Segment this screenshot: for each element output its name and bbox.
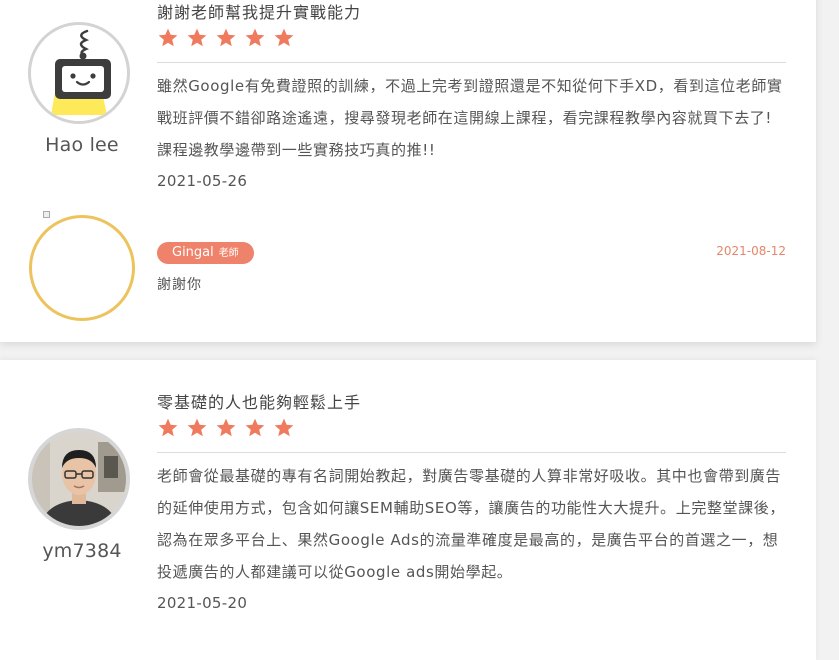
- star-icon: [216, 28, 236, 47]
- reply-text: 謝謝你: [157, 277, 202, 293]
- reviewer-name[interactable]: ym7384: [12, 540, 152, 562]
- teacher-role: 老師: [218, 248, 239, 259]
- star-rating: [157, 27, 295, 49]
- star-icon: [187, 28, 207, 47]
- teacher-avatar[interactable]: [29, 215, 135, 321]
- review-title: 零基礎的人也能夠輕鬆上手: [157, 393, 362, 412]
- star-icon: [216, 418, 236, 437]
- star-icon: [245, 418, 265, 437]
- broken-image-icon: [43, 211, 50, 218]
- teacher-badge: Gingal 老師: [157, 242, 254, 264]
- teacher-name: Gingal: [172, 245, 214, 260]
- review-date: 2021-05-20: [157, 594, 248, 612]
- review-body: 老師會從最基礎的專有名詞開始教起，對廣告零基礎的人算非常好吸收。其中也會帶到廣告…: [157, 467, 785, 581]
- divider: [157, 452, 786, 453]
- review-body: 雖然Google有免費證照的訓練，不過上完考到證照還是不知從何下手XD，看到這位…: [157, 77, 783, 159]
- user-photo-icon: [32, 432, 126, 526]
- star-icon: [274, 418, 294, 437]
- star-icon: [158, 28, 178, 47]
- user-photo-avatar[interactable]: [28, 428, 130, 530]
- review-title: 謝謝老師幫我提升實戰能力: [157, 3, 362, 22]
- star-icon: [158, 418, 178, 437]
- star-rating: [157, 417, 295, 439]
- review-date: 2021-05-26: [157, 172, 248, 190]
- review-card: Hao lee 謝謝老師幫我提升實戰能力 雖然Google有免費證照的訓練，不過…: [0, 0, 816, 342]
- divider: [157, 62, 786, 63]
- star-icon: [245, 28, 265, 47]
- robot-icon: [31, 25, 127, 121]
- reply-date: 2021-08-12: [716, 244, 786, 258]
- robot-avatar[interactable]: [28, 22, 130, 124]
- reviewer-name[interactable]: Hao lee: [12, 134, 152, 156]
- review-card: ym7384 零基礎的人也能夠輕鬆上手 老師會從最基礎的專有名詞開始教起，對廣告…: [0, 360, 816, 660]
- star-icon: [274, 28, 294, 47]
- star-icon: [187, 418, 207, 437]
